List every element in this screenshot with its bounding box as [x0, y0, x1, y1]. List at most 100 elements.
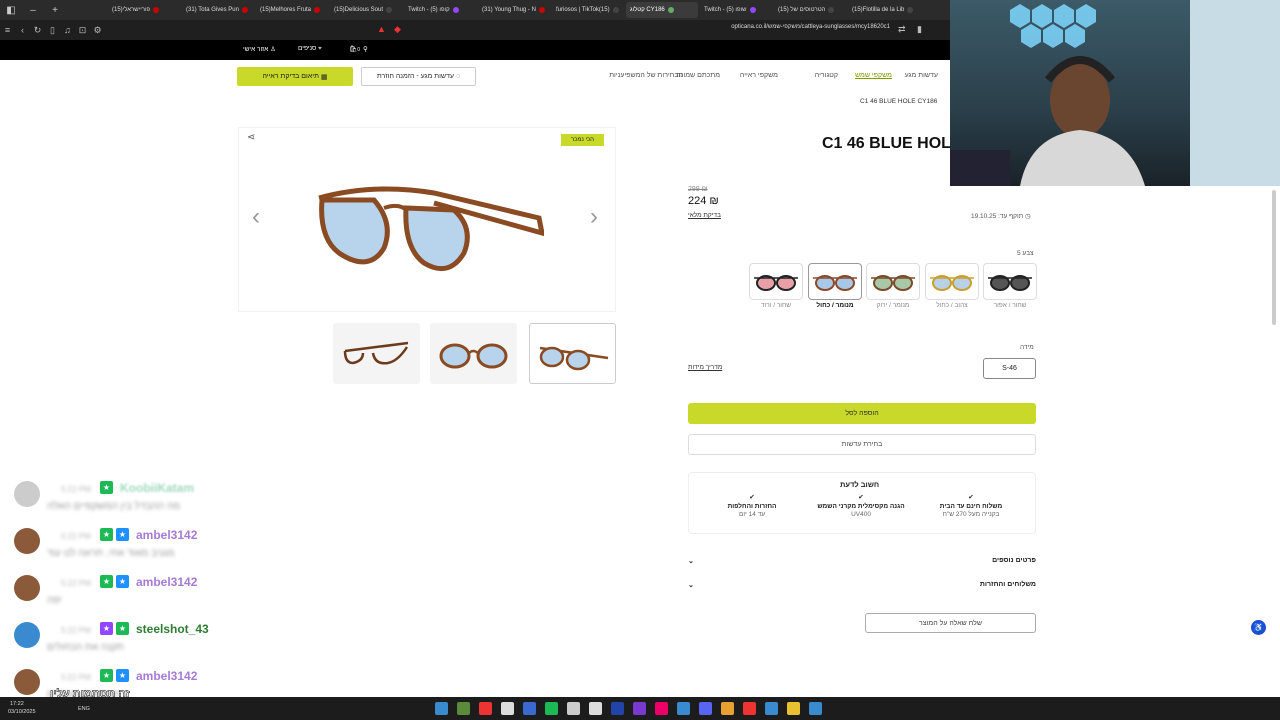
tab-label: furiosos | TikTok(15) [556, 7, 610, 13]
lens-icon: ◌ [455, 73, 461, 80]
badge-icon: ★ [100, 481, 113, 494]
taskbar-app-icon[interactable] [545, 702, 558, 715]
share-icon[interactable]: ⋖ [247, 132, 255, 143]
screenshot-icon[interactable]: ⊡ [75, 25, 90, 36]
tab-label: (31) Young Thug - N [482, 7, 536, 13]
taskbar-app-icon[interactable] [523, 702, 536, 715]
taskbar-app-icon[interactable] [457, 702, 470, 715]
tab-favicon-icon [907, 7, 914, 13]
nav-item[interactable]: קטגוריה [815, 72, 838, 79]
taskbar-app-icon[interactable] [435, 702, 448, 715]
language-indicator[interactable]: ENG [78, 706, 90, 712]
browser-tab[interactable]: (31) Tota Gives Pun [182, 2, 254, 18]
chat-username[interactable]: KoobiiKatam [120, 481, 194, 495]
account-link[interactable]: אזור אישי ♙ [243, 45, 276, 53]
browser-tab[interactable]: (15)פוריישראלי [108, 2, 180, 18]
color-swatch[interactable] [866, 263, 920, 300]
color-swatch[interactable] [925, 263, 979, 300]
page-scrollbar[interactable] [1272, 190, 1276, 325]
tab-favicon-icon [452, 7, 459, 13]
badge-icon: ★ [100, 528, 113, 541]
lens-reorder-button[interactable]: עדשות מגע - הזמנה חוזרת ◌ [361, 67, 476, 86]
taskbar-app-icon[interactable] [721, 702, 734, 715]
tab-favicon-icon [386, 7, 393, 13]
thumbnail-2[interactable] [430, 323, 517, 384]
nav-item[interactable]: הבחירות של המשפיעניות [609, 72, 683, 79]
thumbnail-3[interactable] [529, 323, 616, 384]
browser-tab[interactable]: (31) Young Thug - N [478, 2, 550, 18]
reload-icon[interactable]: ↻ [30, 25, 45, 36]
tab-favicon-icon [314, 7, 321, 13]
browser-tab[interactable]: קטלוג CY186 [626, 2, 698, 18]
chat-username[interactable]: ambel3142 [136, 575, 197, 589]
user-icon: ♙ [270, 46, 276, 53]
calendar-icon: ▦ [320, 73, 328, 81]
taskbar-app-icon[interactable] [677, 702, 690, 715]
browser-tab[interactable]: (15)Flotilla de la Lib [848, 2, 920, 18]
search-icon[interactable]: ⚲ [363, 45, 368, 53]
chat-time: 5:22 PM [61, 673, 91, 682]
chat-username[interactable]: steelshot_43 [136, 622, 209, 636]
cart-icon[interactable]: 🛍0 [349, 45, 360, 53]
shield-icon[interactable]: ◆ [394, 24, 401, 35]
browser-tab[interactable]: Twitch - (5) קופו [404, 2, 476, 18]
share-icon[interactable]: ⇄ [898, 24, 906, 35]
menu-icon[interactable]: ≡ [0, 25, 15, 35]
size-guide-link[interactable]: מדריך מידות [688, 364, 722, 371]
browser-tab[interactable]: (15)Delicious Sout [330, 2, 402, 18]
taskbar-date: 03/10/2025 [8, 709, 36, 715]
thumbnail-1[interactable] [333, 323, 420, 384]
tab-favicon-icon [241, 7, 248, 13]
browser-tab[interactable]: Twitch - שופו (5) [700, 2, 772, 18]
chat-message: 5:22 PM ★ ★ ambel3142 יפה [14, 575, 314, 619]
color-swatch[interactable] [808, 263, 862, 300]
taskbar-app-icon[interactable] [787, 702, 800, 715]
minimize-icon[interactable]: – [22, 0, 44, 20]
window-menu-icon[interactable]: ◧ [0, 0, 22, 20]
taskbar-app-icon[interactable] [699, 702, 712, 715]
location-icon: ⌖ [318, 45, 322, 52]
size-select[interactable]: S-46 [983, 358, 1036, 379]
browser-tab[interactable]: הטרטוסים של (15) [774, 2, 846, 18]
tab-label: (15)Delicious Sout [334, 7, 384, 13]
sidebar-icon[interactable]: ▯ [45, 25, 60, 36]
back-icon[interactable]: ‹ [15, 25, 30, 35]
next-image-arrow[interactable]: › [590, 203, 598, 231]
prev-image-arrow[interactable]: ‹ [252, 203, 260, 231]
music-icon[interactable]: ♫ [60, 25, 75, 35]
taskbar-app-icon[interactable] [743, 702, 756, 715]
stores-link[interactable]: סניפים ⌖ [298, 45, 322, 53]
extensions-icon[interactable]: ⚙ [90, 25, 105, 36]
brave-icon[interactable]: ▲ [377, 24, 386, 34]
taskbar-app-icon[interactable] [765, 702, 778, 715]
taskbar-app-icon[interactable] [567, 702, 580, 715]
chat-text: יפה [47, 595, 62, 606]
eye-exam-button[interactable]: תיאום בדיקת ראייה ▦ [237, 67, 353, 86]
new-tab-icon[interactable]: + [44, 0, 66, 20]
taskbar-app-icon[interactable] [655, 702, 668, 715]
browser-tab[interactable]: furiosos | TikTok(15) [552, 2, 624, 18]
choose-lenses-button[interactable]: בחירת עדשות [688, 434, 1036, 455]
accessibility-icon[interactable]: ♿ [1251, 620, 1266, 635]
url-field[interactable]: opticana.co.il/משקפי-שמש/cattleya-sungla… [731, 24, 890, 30]
nav-item[interactable]: משקפי שמש [855, 72, 892, 79]
taskbar-app-icon[interactable] [589, 702, 602, 715]
chat-username[interactable]: ambel3142 [136, 669, 197, 683]
ask-question-button[interactable]: שלח שאלה על המוצר [865, 613, 1036, 633]
color-swatch[interactable] [749, 263, 803, 300]
stock-check-link[interactable]: בדיקת מלאי [688, 212, 721, 219]
nav-item[interactable]: עדשות מגע [905, 72, 938, 79]
taskbar-app-icon[interactable] [809, 702, 822, 715]
taskbar-app-icon[interactable] [633, 702, 646, 715]
add-to-cart-button[interactable]: הוספה לסל [688, 403, 1036, 424]
taskbar-app-icon[interactable] [501, 702, 514, 715]
chat-time: 5:22 PM [61, 485, 91, 494]
taskbar-app-icon[interactable] [611, 702, 624, 715]
browser-tab[interactable]: (15)Melhores Fruta [256, 2, 328, 18]
bestseller-badge: הכי נמכר [561, 134, 604, 146]
taskbar-app-icon[interactable] [479, 702, 492, 715]
color-swatch[interactable] [983, 263, 1037, 300]
bookmark-icon[interactable]: ▮ [917, 24, 922, 35]
nav-item[interactable]: משקפי ראייה [740, 72, 778, 79]
chat-username[interactable]: ambel3142 [136, 528, 197, 542]
